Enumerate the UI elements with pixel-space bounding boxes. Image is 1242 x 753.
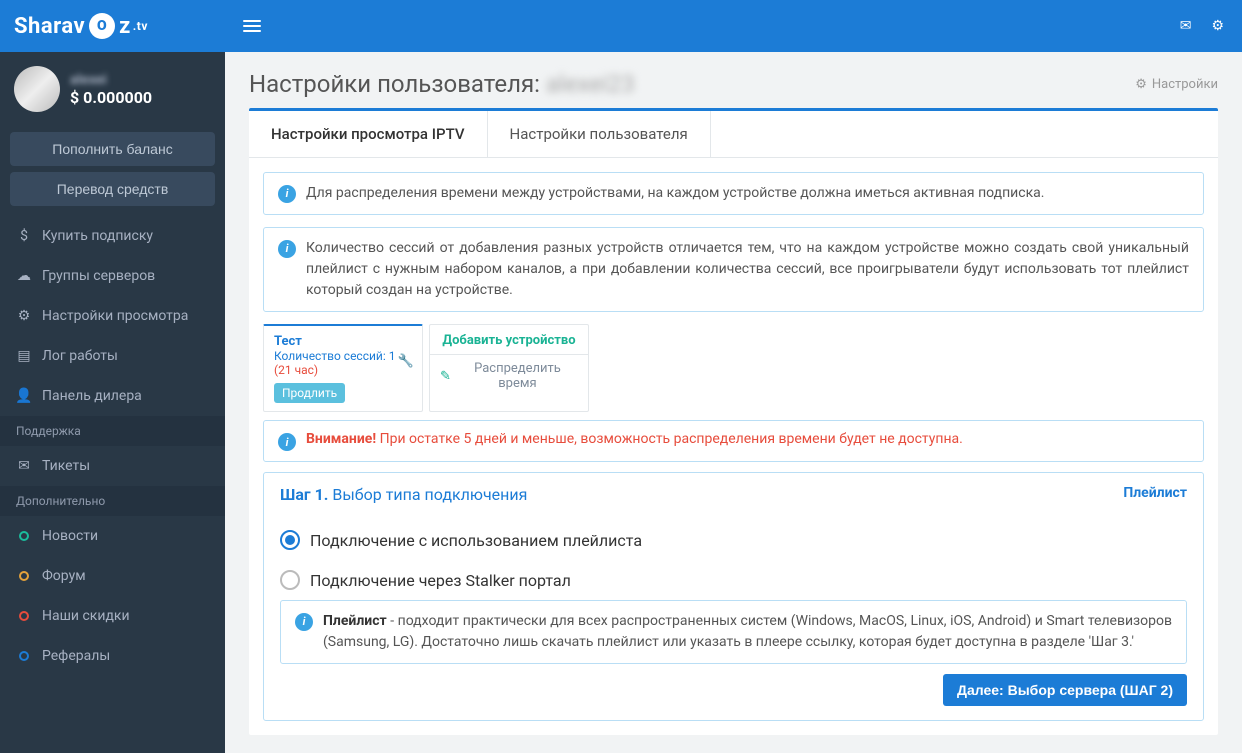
mail-icon: ✉ xyxy=(16,458,32,474)
nav-news[interactable]: Новости xyxy=(0,516,225,556)
nav-label: Тикеты xyxy=(42,458,90,474)
step-1-card: Шаг 1. Выбор типа подключения Плейлист П… xyxy=(263,472,1204,721)
gear-icon: ⚙ xyxy=(1135,77,1147,92)
transfer-button[interactable]: Перевод средств xyxy=(10,172,215,206)
nav-label: Настройки просмотра xyxy=(42,308,188,324)
circle-red-icon xyxy=(16,608,32,624)
warning-label: Внимание! xyxy=(306,431,376,447)
dollar-icon: $ xyxy=(16,228,32,244)
user-icon: 👤 xyxy=(16,388,32,404)
topbar: ✉ ⚙ xyxy=(225,0,1242,52)
tab-user[interactable]: Настройки пользователя xyxy=(488,111,711,157)
gear-icon: ⚙ xyxy=(16,308,32,324)
nav-referrals[interactable]: Рефералы xyxy=(0,636,225,676)
nav-label: Панель дилера xyxy=(42,388,142,404)
settings-icon[interactable]: ⚙ xyxy=(1211,18,1224,34)
nav-log[interactable]: ▤ Лог работы xyxy=(0,336,225,376)
prolong-button[interactable]: Продлить xyxy=(274,383,345,403)
nav-discounts[interactable]: Наши скидки xyxy=(0,596,225,636)
wrench-icon[interactable]: 🔧 xyxy=(398,354,414,369)
nav-label: Форум xyxy=(42,568,86,584)
nav-label: Рефералы xyxy=(42,648,110,664)
device-sessions: Количество сессий: 1 xyxy=(274,349,412,363)
circle-orange-icon xyxy=(16,568,32,584)
section-support: Поддержка xyxy=(0,416,225,446)
device-time: (21 час) xyxy=(274,363,412,377)
nav-buy[interactable]: $ Купить подписку xyxy=(0,216,225,256)
add-device-button[interactable]: Добавить устройство xyxy=(440,333,578,348)
menu-toggle[interactable] xyxy=(243,20,261,32)
radio-label: Подключение с использованием плейлиста xyxy=(310,531,642,550)
breadcrumb: ⚙ Настройки xyxy=(1135,77,1218,92)
info-icon: i xyxy=(295,613,313,631)
info-text: Количество сессий от добавления разных у… xyxy=(306,238,1189,301)
radio-stalker[interactable]: Подключение через Stalker портал xyxy=(280,560,1187,600)
balance: $ 0.000000 xyxy=(70,88,152,107)
step-number: Шаг 1. xyxy=(280,485,328,504)
warning-box: i Внимание! При остатке 5 дней и меньше,… xyxy=(263,420,1204,462)
info-icon: i xyxy=(278,185,296,203)
distribute-time-button[interactable]: Распределить время xyxy=(457,361,578,391)
playlist-description: i Плейлист - подходит практически для вс… xyxy=(280,600,1187,664)
step-title: Шаг 1. Выбор типа подключения xyxy=(280,485,527,504)
title-prefix: Настройки пользователя: xyxy=(249,70,540,98)
topup-button[interactable]: Пополнить баланс xyxy=(10,132,215,166)
nav-dealer[interactable]: 👤 Панель дилера xyxy=(0,376,225,416)
device-title: Тест xyxy=(274,334,412,349)
step-name: Выбор типа подключения xyxy=(332,485,527,504)
info-icon: i xyxy=(278,240,296,258)
device-actions-card: Добавить устройство ✎ Распределить время xyxy=(429,324,589,412)
page-title: Настройки пользователя: alexei23 xyxy=(249,70,635,98)
brand-logo: SharavOz.tv xyxy=(14,13,148,39)
info-icon: i xyxy=(278,433,296,451)
next-step-button[interactable]: Далее: Выбор сервера (ШАГ 2) xyxy=(943,674,1187,706)
info-sessions: i Количество сессий от добавления разных… xyxy=(263,227,1204,312)
file-icon: ▤ xyxy=(16,348,32,364)
desc-label: Плейлист xyxy=(323,613,387,629)
desc-text: - подходит практически для всех распрост… xyxy=(323,613,1172,650)
avatar xyxy=(14,66,60,112)
profile-block: alexei $ 0.000000 xyxy=(0,52,225,126)
cloud-icon: ☁ xyxy=(16,268,32,284)
tab-iptv[interactable]: Настройки просмотра IPTV xyxy=(249,111,488,157)
info-text: Для распределения времени между устройст… xyxy=(306,183,1044,204)
warning-text: При остатке 5 дней и меньше, возможность… xyxy=(380,431,963,447)
nav-tickets[interactable]: ✉ Тикеты xyxy=(0,446,225,486)
username: alexei xyxy=(70,72,152,88)
nav-label: Группы серверов xyxy=(42,268,155,284)
step-mode-badge: Плейлист xyxy=(1123,485,1187,504)
nav-label: Наши скидки xyxy=(42,608,130,624)
breadcrumb-label: Настройки xyxy=(1152,77,1218,92)
radio-circle-icon xyxy=(280,570,300,590)
mail-icon[interactable]: ✉ xyxy=(1180,18,1192,34)
circle-green-icon xyxy=(16,528,32,544)
sidebar-topbar: SharavOz.tv xyxy=(0,0,225,52)
title-username: alexei23 xyxy=(546,70,635,98)
nav-label: Лог работы xyxy=(42,348,118,364)
circle-blue-icon xyxy=(16,648,32,664)
nav-label: Купить подписку xyxy=(42,228,153,244)
nav-forum[interactable]: Форум xyxy=(0,556,225,596)
radio-label: Подключение через Stalker портал xyxy=(310,571,571,590)
device-card[interactable]: Тест Количество сессий: 1 (21 час) 🔧 Про… xyxy=(263,324,423,412)
radio-circle-icon xyxy=(280,530,300,550)
nav-settings[interactable]: ⚙ Настройки просмотра xyxy=(0,296,225,336)
section-extra: Дополнительно xyxy=(0,486,225,516)
nav-label: Новости xyxy=(42,528,98,544)
info-distribution: i Для распределения времени между устрой… xyxy=(263,172,1204,215)
nav-groups[interactable]: ☁ Группы серверов xyxy=(0,256,225,296)
radio-playlist[interactable]: Подключение с использованием плейлиста xyxy=(280,520,1187,560)
edit-icon[interactable]: ✎ xyxy=(440,369,451,384)
